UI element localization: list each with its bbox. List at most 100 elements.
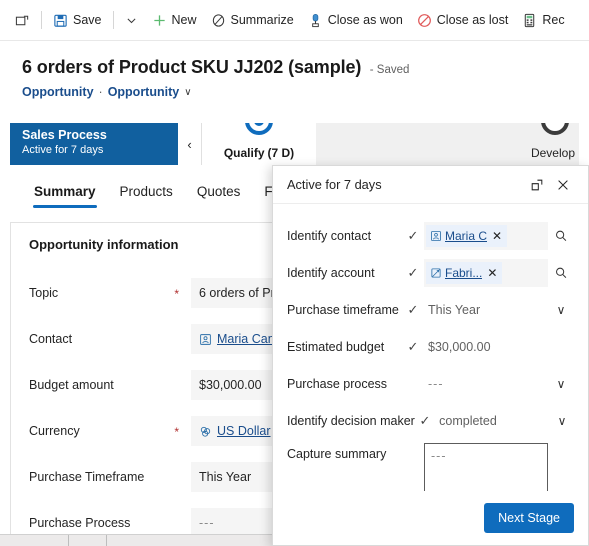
record-header: 6 orders of Product SKU JJ202 (sample) -… xyxy=(0,41,589,117)
lookup-chip-contact-name[interactable]: Maria C xyxy=(445,229,487,243)
stage-flyout-title: Active for 7 days xyxy=(287,177,382,192)
process-name: Sales Process xyxy=(22,128,107,142)
lookup-chip-account-name[interactable]: Fabri... xyxy=(445,266,482,280)
save-icon xyxy=(53,13,68,28)
save-button[interactable]: Save xyxy=(46,5,109,35)
command-separator-2 xyxy=(112,11,114,29)
field-label-purchase-timeframe-text: Purchase Timeframe xyxy=(29,470,145,484)
tab-products-label: Products xyxy=(119,184,173,199)
search-icon xyxy=(554,266,568,280)
step-capture-summary-textarea[interactable]: --- xyxy=(424,443,548,495)
step-identify-account-lookup[interactable]: Fabri... ✕ xyxy=(424,259,548,287)
step-estimated-budget-label: Estimated budget xyxy=(287,340,385,354)
step-purchase-process-value: --- xyxy=(428,377,444,391)
field-row-purchase-timeframe: Purchase Timeframe This Year xyxy=(11,454,309,500)
open-in-new-window-button[interactable] xyxy=(8,5,37,35)
currency-value[interactable]: US Dollar xyxy=(217,424,271,438)
recalculate-label: Rec xyxy=(542,12,565,27)
summarize-button[interactable]: Summarize xyxy=(204,5,301,35)
next-stage-button[interactable]: Next Stage xyxy=(484,503,574,533)
field-label-purchase-process-text: Purchase Process xyxy=(29,516,131,530)
step-purchase-process-label: Purchase process xyxy=(287,377,388,391)
close-icon xyxy=(556,178,570,192)
stage-qualify-label: Qualify xyxy=(223,146,265,160)
step-purchase-timeframe-select[interactable]: This Year xyxy=(424,296,548,324)
lookup-chip-account[interactable]: Fabri... ✕ xyxy=(426,262,503,284)
step-identify-decision-maker: Identify decision maker ✓ completed ∨ xyxy=(287,405,574,437)
process-header[interactable]: Sales Process Active for 7 days xyxy=(10,123,178,165)
step-purchase-process-select[interactable]: --- xyxy=(424,370,548,398)
step-identify-contact-lookup[interactable]: Maria C ✕ xyxy=(424,222,548,250)
step-purchase-timeframe-value: This Year xyxy=(428,303,481,317)
process-stage-qualify[interactable]: Qualify (7 D) xyxy=(202,123,316,165)
save-options-button[interactable] xyxy=(118,5,145,35)
process-stage-develop[interactable]: Develop xyxy=(316,123,579,165)
close-as-lost-button[interactable]: Close as lost xyxy=(410,5,516,35)
stage-flyout: Active for 7 days Identify contact ✓ Mar… xyxy=(272,165,589,546)
step-purchase-timeframe-chevron-down-icon[interactable]: ∨ xyxy=(548,296,574,324)
step-purchase-process-chevron-down-icon[interactable]: ∨ xyxy=(548,370,574,398)
trophy-icon xyxy=(308,13,323,28)
recalculate-button[interactable]: Rec xyxy=(515,5,571,35)
step-purchase-timeframe-check-icon: ✓ xyxy=(407,302,419,317)
step-identify-contact-search-button[interactable] xyxy=(548,222,574,250)
process-duration: Active for 7 days xyxy=(22,144,104,156)
chevron-down-icon xyxy=(125,14,138,27)
contact-value[interactable]: Maria Cam xyxy=(217,332,278,346)
stage-flyout-footer: Next Stage xyxy=(273,491,588,545)
breadcrumb-entity[interactable]: Opportunity xyxy=(22,85,94,99)
field-label-budget-amount: Budget amount xyxy=(29,378,191,392)
process-collapse-button[interactable]: ‹ xyxy=(178,123,202,165)
step-estimated-budget-input[interactable]: $30,000.00 xyxy=(424,333,548,361)
expand-icon xyxy=(530,178,544,192)
stage-flyout-expand-button[interactable] xyxy=(524,172,550,198)
step-capture-summary-value: --- xyxy=(431,449,447,463)
blocked-icon xyxy=(417,13,432,28)
budget-amount-value: $30,000.00 xyxy=(199,378,262,392)
step-identify-decision-maker-chevron-down-icon[interactable]: ∨ xyxy=(550,407,574,435)
close-as-won-button[interactable]: Close as won xyxy=(301,5,410,35)
step-identify-contact-check-icon: ✓ xyxy=(407,228,419,243)
step-identify-account-check-icon: ✓ xyxy=(407,265,419,280)
field-label-budget-amount-text: Budget amount xyxy=(29,378,114,392)
breadcrumb-separator: · xyxy=(98,85,103,99)
app-root: Save New Summarize Close as won Close as… xyxy=(0,0,589,546)
field-row-currency: Currency * US Dollar xyxy=(11,408,309,454)
tab-products[interactable]: Products xyxy=(108,174,185,210)
step-capture-summary-label: Capture summary xyxy=(287,447,387,461)
bottom-status-strip xyxy=(0,534,272,546)
stage-flyout-close-button[interactable] xyxy=(550,172,576,198)
step-identify-account-search-button[interactable] xyxy=(548,259,574,287)
step-estimated-budget: Estimated budget ✓ $30,000.00 xyxy=(287,331,574,363)
field-row-topic: Topic * 6 orders of Pro xyxy=(11,270,309,316)
close-as-lost-label: Close as lost xyxy=(436,12,509,27)
lookup-chip-contact[interactable]: Maria C ✕ xyxy=(426,225,508,247)
section-title: Opportunity information xyxy=(29,237,179,252)
saved-status: - Saved xyxy=(369,64,410,76)
field-label-purchase-timeframe: Purchase Timeframe xyxy=(29,470,191,484)
field-label-currency: Currency * xyxy=(29,424,191,439)
tab-summary[interactable]: Summary xyxy=(22,174,108,210)
step-purchase-timeframe: Purchase timeframe ✓ This Year ∨ xyxy=(287,294,574,326)
field-label-purchase-process: Purchase Process xyxy=(29,516,191,530)
step-purchase-process-check-icon xyxy=(402,377,424,392)
lookup-chip-account-remove-icon[interactable]: ✕ xyxy=(485,266,499,280)
new-button[interactable]: New xyxy=(145,5,204,35)
contact-icon xyxy=(199,333,212,346)
purchase-timeframe-value: This Year xyxy=(199,470,252,484)
field-label-currency-text: Currency xyxy=(29,424,80,438)
step-identify-decision-maker-select[interactable]: completed xyxy=(435,407,550,435)
calculator-icon xyxy=(522,13,537,28)
currency-icon xyxy=(199,425,212,438)
tab-quotes[interactable]: Quotes xyxy=(185,174,253,210)
open-in-new-window-icon xyxy=(15,13,30,28)
required-indicator-icon: * xyxy=(174,287,179,301)
status-strip-divider-2 xyxy=(106,535,107,546)
step-identify-contact: Identify contact ✓ Maria C ✕ xyxy=(287,220,574,252)
breadcrumb-chevron-down-icon[interactable]: ∨ xyxy=(184,87,191,98)
lookup-chip-contact-remove-icon[interactable]: ✕ xyxy=(490,229,504,243)
step-identify-decision-maker-check-icon: ✓ xyxy=(419,413,431,428)
contact-icon xyxy=(430,230,442,242)
breadcrumb-form[interactable]: Opportunity xyxy=(108,85,180,99)
summarize-label: Summarize xyxy=(230,12,294,27)
